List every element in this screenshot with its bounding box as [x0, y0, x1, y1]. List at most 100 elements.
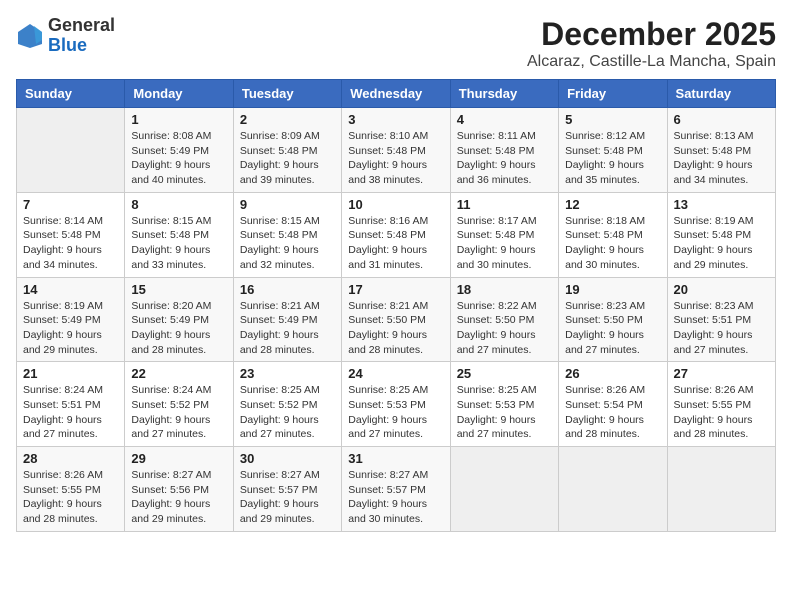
day-number: 8 [131, 197, 226, 212]
calendar-cell: 18 Sunrise: 8:22 AMSunset: 5:50 PMDayligh… [450, 277, 558, 362]
day-header-saturday: Saturday [667, 80, 775, 108]
logo: General Blue [16, 16, 115, 56]
subtitle: Alcaraz, Castille-La Mancha, Spain [527, 53, 776, 71]
day-number: 30 [240, 451, 335, 466]
day-detail: Sunrise: 8:25 AMSunset: 5:53 PMDaylight:… [348, 383, 443, 442]
day-number: 23 [240, 366, 335, 381]
calendar-cell: 30Sunrise: 8:27 AMSunset: 5:57 PMDayligh… [233, 447, 341, 532]
day-number: 24 [348, 366, 443, 381]
day-number: 21 [23, 366, 118, 381]
calendar-cell: 9 Sunrise: 8:15 AMSunset: 5:48 PMDaylight… [233, 192, 341, 277]
calendar-cell: 27 Sunrise: 8:26 AMSunset: 5:55 PMDayligh… [667, 362, 775, 447]
day-detail: Sunrise: 8:22 AMSunset: 5:50 PMDaylight:… [457, 299, 552, 358]
header: General Blue December 2025 Alcaraz, Cast… [16, 16, 776, 71]
day-detail: Sunrise: 8:27 AMSunset: 5:57 PMDaylight:… [348, 468, 443, 527]
day-detail: Sunrise: 8:12 AMSunset: 5:48 PMDaylight:… [565, 129, 660, 188]
calendar-table: SundayMondayTuesdayWednesdayThursdayFrid… [16, 79, 776, 532]
day-detail: Sunrise: 8:10 AMSunset: 5:48 PMDaylight:… [348, 129, 443, 188]
calendar-cell: 25 Sunrise: 8:25 AMSunset: 5:53 PMDayligh… [450, 362, 558, 447]
header-row: SundayMondayTuesdayWednesdayThursdayFrid… [17, 80, 776, 108]
day-detail: Sunrise: 8:13 AMSunset: 5:48 PMDaylight:… [674, 129, 769, 188]
day-detail: Sunrise: 8:24 AMSunset: 5:51 PMDaylight:… [23, 383, 118, 442]
calendar-cell: 14Sunrise: 8:19 AMSunset: 5:49 PMDayligh… [17, 277, 125, 362]
calendar-cell: 5Sunrise: 8:12 AMSunset: 5:48 PMDaylight… [559, 108, 667, 193]
calendar-cell [667, 447, 775, 532]
day-detail: Sunrise: 8:15 AMSunset: 5:48 PMDaylight:… [131, 214, 226, 273]
title-section: December 2025 Alcaraz, Castille-La Manch… [527, 16, 776, 71]
calendar-cell [450, 447, 558, 532]
day-detail: Sunrise: 8:25 AMSunset: 5:52 PMDaylight:… [240, 383, 335, 442]
day-number: 1 [131, 112, 226, 127]
day-detail: Sunrise: 8:15 AMSunset: 5:48 PMDaylight:… [240, 214, 335, 273]
day-number: 12 [565, 197, 660, 212]
day-detail: Sunrise: 8:11 AMSunset: 5:48 PMDaylight:… [457, 129, 552, 188]
day-detail: Sunrise: 8:17 AMSunset: 5:48 PMDaylight:… [457, 214, 552, 273]
day-detail: Sunrise: 8:26 AMSunset: 5:55 PMDaylight:… [23, 468, 118, 527]
day-header-friday: Friday [559, 80, 667, 108]
week-row-4: 21 Sunrise: 8:24 AMSunset: 5:51 PMDayligh… [17, 362, 776, 447]
day-detail: Sunrise: 8:26 AMSunset: 5:55 PMDaylight:… [674, 383, 769, 442]
day-number: 14 [23, 282, 118, 297]
calendar-cell: 12Sunrise: 8:18 AMSunset: 5:48 PMDayligh… [559, 192, 667, 277]
main-title: December 2025 [527, 16, 776, 53]
day-detail: Sunrise: 8:24 AMSunset: 5:52 PMDaylight:… [131, 383, 226, 442]
day-number: 31 [348, 451, 443, 466]
day-number: 17 [348, 282, 443, 297]
calendar-cell: 24 Sunrise: 8:25 AMSunset: 5:53 PMDayligh… [342, 362, 450, 447]
calendar-cell: 31 Sunrise: 8:27 AMSunset: 5:57 PMDayligh… [342, 447, 450, 532]
calendar-cell: 29 Sunrise: 8:27 AMSunset: 5:56 PMDayligh… [125, 447, 233, 532]
day-detail: Sunrise: 8:27 AMSunset: 5:56 PMDaylight:… [131, 468, 226, 527]
calendar-cell: 21 Sunrise: 8:24 AMSunset: 5:51 PMDayligh… [17, 362, 125, 447]
day-detail: Sunrise: 8:08 AMSunset: 5:49 PMDaylight:… [131, 129, 226, 188]
calendar-cell: 26 Sunrise: 8:26 AMSunset: 5:54 PMDayligh… [559, 362, 667, 447]
day-header-monday: Monday [125, 80, 233, 108]
calendar-cell [17, 108, 125, 193]
calendar-cell: 13 Sunrise: 8:19 AMSunset: 5:48 PMDayligh… [667, 192, 775, 277]
day-number: 4 [457, 112, 552, 127]
day-detail: Sunrise: 8:19 AMSunset: 5:48 PMDaylight:… [674, 214, 769, 273]
day-number: 20 [674, 282, 769, 297]
day-number: 18 [457, 282, 552, 297]
day-number: 13 [674, 197, 769, 212]
day-number: 6 [674, 112, 769, 127]
day-detail: Sunrise: 8:26 AMSunset: 5:54 PMDaylight:… [565, 383, 660, 442]
day-number: 26 [565, 366, 660, 381]
logo-icon [16, 22, 44, 50]
calendar-cell: 2Sunrise: 8:09 AMSunset: 5:48 PMDaylight… [233, 108, 341, 193]
day-detail: Sunrise: 8:25 AMSunset: 5:53 PMDaylight:… [457, 383, 552, 442]
calendar-cell: 3 Sunrise: 8:10 AMSunset: 5:48 PMDaylight… [342, 108, 450, 193]
calendar-cell: 22 Sunrise: 8:24 AMSunset: 5:52 PMDayligh… [125, 362, 233, 447]
calendar-cell: 20 Sunrise: 8:23 AMSunset: 5:51 PMDayligh… [667, 277, 775, 362]
calendar-cell: 11Sunrise: 8:17 AMSunset: 5:48 PMDayligh… [450, 192, 558, 277]
day-detail: Sunrise: 8:23 AMSunset: 5:51 PMDaylight:… [674, 299, 769, 358]
day-detail: Sunrise: 8:09 AMSunset: 5:48 PMDaylight:… [240, 129, 335, 188]
calendar-cell: 7 Sunrise: 8:14 AMSunset: 5:48 PMDaylight… [17, 192, 125, 277]
day-number: 16 [240, 282, 335, 297]
day-header-thursday: Thursday [450, 80, 558, 108]
day-detail: Sunrise: 8:14 AMSunset: 5:48 PMDaylight:… [23, 214, 118, 273]
week-row-5: 28 Sunrise: 8:26 AMSunset: 5:55 PMDayligh… [17, 447, 776, 532]
calendar-cell: 1 Sunrise: 8:08 AMSunset: 5:49 PMDaylight… [125, 108, 233, 193]
day-number: 27 [674, 366, 769, 381]
calendar-cell: 4 Sunrise: 8:11 AMSunset: 5:48 PMDaylight… [450, 108, 558, 193]
day-number: 29 [131, 451, 226, 466]
day-number: 22 [131, 366, 226, 381]
day-number: 3 [348, 112, 443, 127]
day-detail: Sunrise: 8:23 AMSunset: 5:50 PMDaylight:… [565, 299, 660, 358]
day-number: 28 [23, 451, 118, 466]
day-detail: Sunrise: 8:21 AMSunset: 5:49 PMDaylight:… [240, 299, 335, 358]
day-number: 25 [457, 366, 552, 381]
day-number: 7 [23, 197, 118, 212]
day-number: 9 [240, 197, 335, 212]
calendar-cell: 28 Sunrise: 8:26 AMSunset: 5:55 PMDayligh… [17, 447, 125, 532]
calendar-cell [559, 447, 667, 532]
day-detail: Sunrise: 8:16 AMSunset: 5:48 PMDaylight:… [348, 214, 443, 273]
week-row-3: 14Sunrise: 8:19 AMSunset: 5:49 PMDayligh… [17, 277, 776, 362]
calendar-cell: 19 Sunrise: 8:23 AMSunset: 5:50 PMDayligh… [559, 277, 667, 362]
calendar-cell: 23 Sunrise: 8:25 AMSunset: 5:52 PMDayligh… [233, 362, 341, 447]
calendar-cell: 10Sunrise: 8:16 AMSunset: 5:48 PMDayligh… [342, 192, 450, 277]
week-row-2: 7 Sunrise: 8:14 AMSunset: 5:48 PMDaylight… [17, 192, 776, 277]
calendar-cell: 15Sunrise: 8:20 AMSunset: 5:49 PMDayligh… [125, 277, 233, 362]
day-number: 19 [565, 282, 660, 297]
day-number: 15 [131, 282, 226, 297]
